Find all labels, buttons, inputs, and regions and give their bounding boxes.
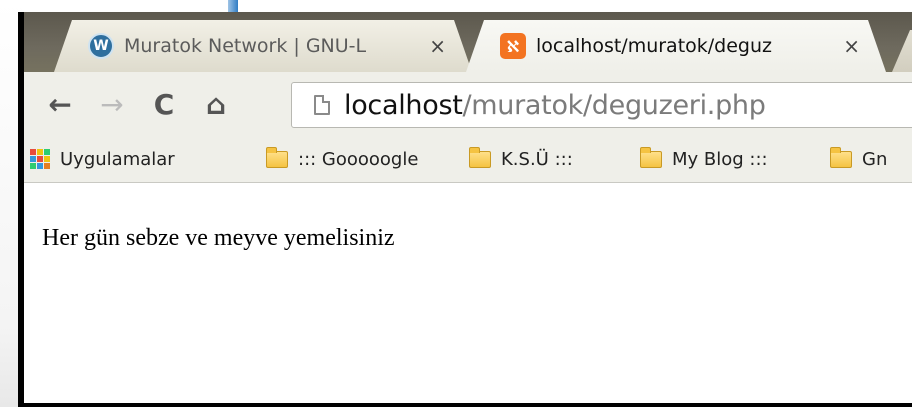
bookmark-label: K.S.Ü ::: [501,148,573,170]
desktop-window-edge [228,0,238,12]
page-icon [314,95,330,115]
bookmark-label: My Blog ::: [672,148,768,170]
url-text[interactable]: localhost/muratok/deguzeri.php [344,90,766,121]
folder-icon [266,146,288,168]
back-button[interactable]: ← [42,84,78,124]
new-tab-button[interactable] [892,30,912,72]
tab-muratok-network[interactable]: W Muratok Network | GNU-L × [54,20,472,72]
browser-window: W Muratok Network | GNU-L × ℵ localhost/… [24,12,912,403]
bookmark-label: ::: Gooooogle [298,148,419,170]
address-bar[interactable]: localhost/muratok/deguzeri.php [291,82,912,128]
home-button[interactable]: ⌂ [198,84,234,124]
bookmark-folder-ksu[interactable]: K.S.Ü ::: [469,144,573,174]
arrow-left-icon: ← [48,87,72,121]
forward-button[interactable]: → [94,84,130,124]
reload-icon: C [153,87,175,121]
bookmark-label: Gn [862,148,888,170]
bookmark-folder-gooooogle[interactable]: ::: Gooooogle [266,144,418,174]
desktop-background-top [0,0,912,12]
tab-strip: W Muratok Network | GNU-L × ℵ localhost/… [24,12,912,72]
folder-icon [830,146,852,168]
tab-title: localhost/muratok/deguz [536,35,772,57]
wordpress-icon: W [88,33,114,59]
arrow-right-icon: → [100,87,124,121]
bookmark-uygulamalar[interactable]: Uygulamalar [30,144,175,174]
apps-icon [30,149,50,169]
screenshot-frame: W Muratok Network | GNU-L × ℵ localhost/… [18,12,912,407]
tab-title: Muratok Network | GNU-L [124,35,367,57]
home-icon: ⌂ [205,87,227,121]
xampp-icon: ℵ [500,33,526,59]
folder-icon [469,146,491,168]
folder-icon [640,146,662,168]
url-path: /muratok/deguzeri.php [462,89,766,121]
close-icon[interactable]: × [429,34,446,58]
page-content: Her gün sebze ve meyve yemelisiniz [24,183,912,403]
bookmarks-bar: Uygulamalar ::: Gooooogle K.S.Ü ::: My B… [24,136,912,183]
bookmark-label: Uygulamalar [60,148,175,170]
bookmark-folder-gn[interactable]: Gn [830,144,887,174]
page-text: Her gün sebze ve meyve yemelisiniz [42,225,395,251]
reload-button[interactable]: C [146,84,182,124]
url-host: localhost [344,89,463,121]
bookmark-folder-my-blog[interactable]: My Blog ::: [640,144,768,174]
tab-localhost[interactable]: ℵ localhost/muratok/deguz × [466,20,886,72]
browser-toolbar: ← → C ⌂ localhost/muratok/deguzeri.php [24,72,912,136]
close-icon[interactable]: × [843,34,860,58]
